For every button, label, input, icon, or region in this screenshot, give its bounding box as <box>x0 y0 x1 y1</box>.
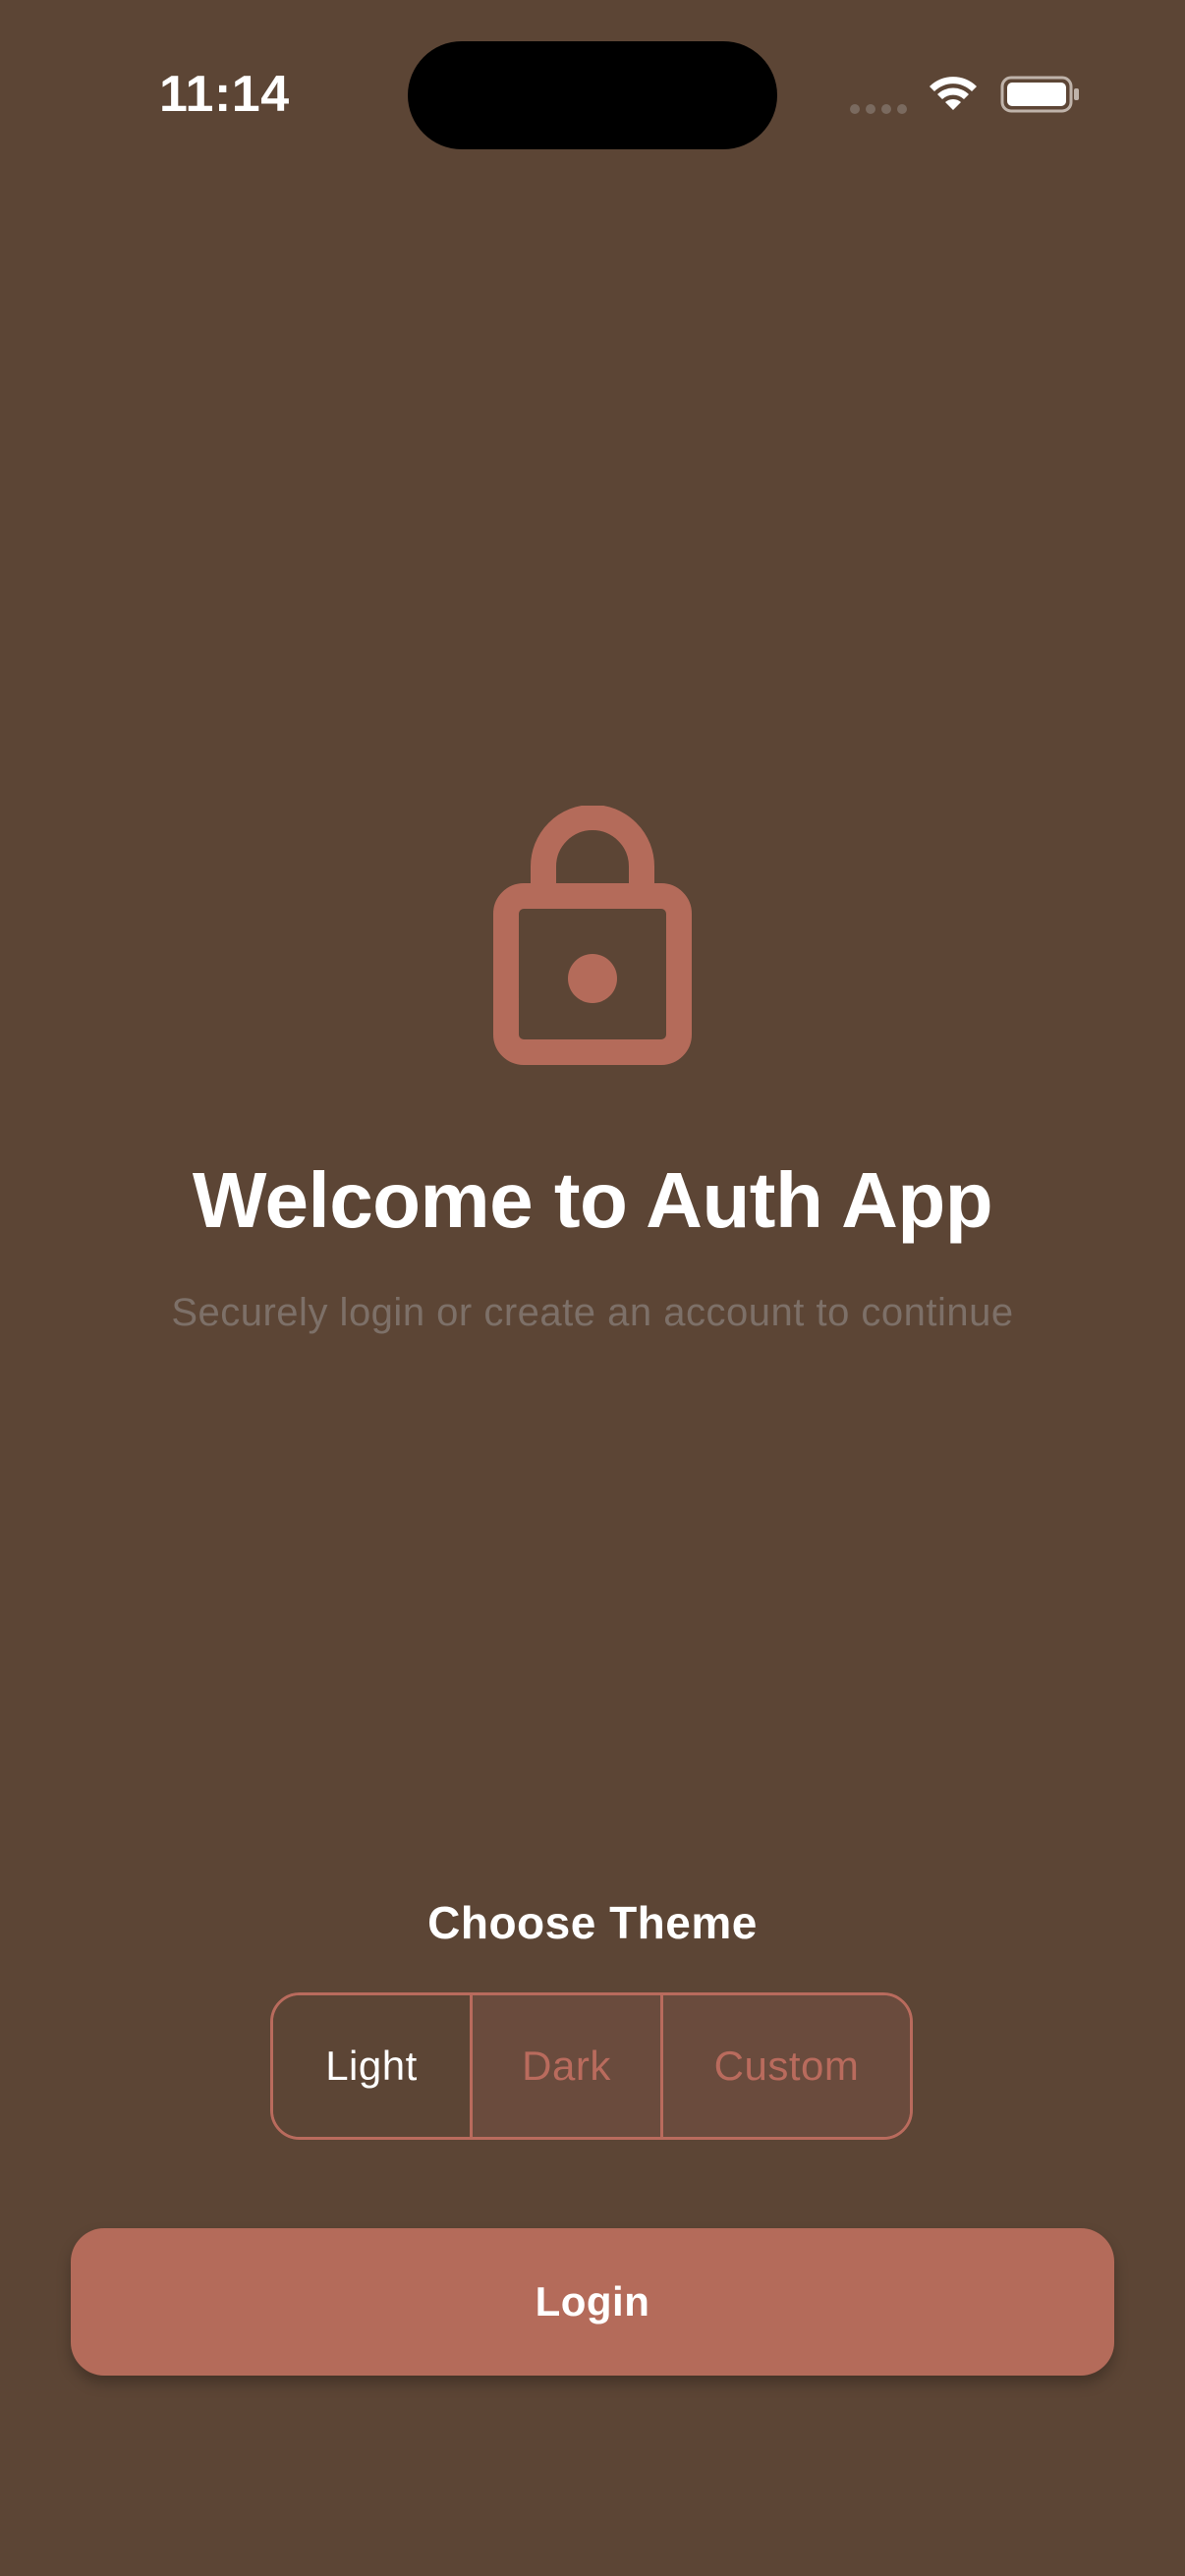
theme-option-dark[interactable]: Dark <box>473 1995 663 2137</box>
theme-option-light[interactable]: Light <box>273 1995 473 2137</box>
welcome-subtitle: Securely login or create an account to c… <box>171 1291 1014 1334</box>
theme-option-custom[interactable]: Custom <box>663 1995 910 2137</box>
status-bar: 11:14 <box>0 0 1185 196</box>
welcome-title: Welcome to Auth App <box>192 1156 993 1244</box>
status-time: 11:14 <box>159 66 290 123</box>
lock-icon <box>493 806 692 1065</box>
login-button[interactable]: Login <box>71 2228 1114 2376</box>
theme-segmented-control: Light Dark Custom <box>270 1992 913 2140</box>
dynamic-island <box>408 41 777 149</box>
wifi-icon <box>930 77 977 110</box>
battery-icon <box>1000 76 1079 113</box>
cellular-signal-icon <box>850 104 907 114</box>
theme-heading: Choose Theme <box>427 1897 758 1948</box>
